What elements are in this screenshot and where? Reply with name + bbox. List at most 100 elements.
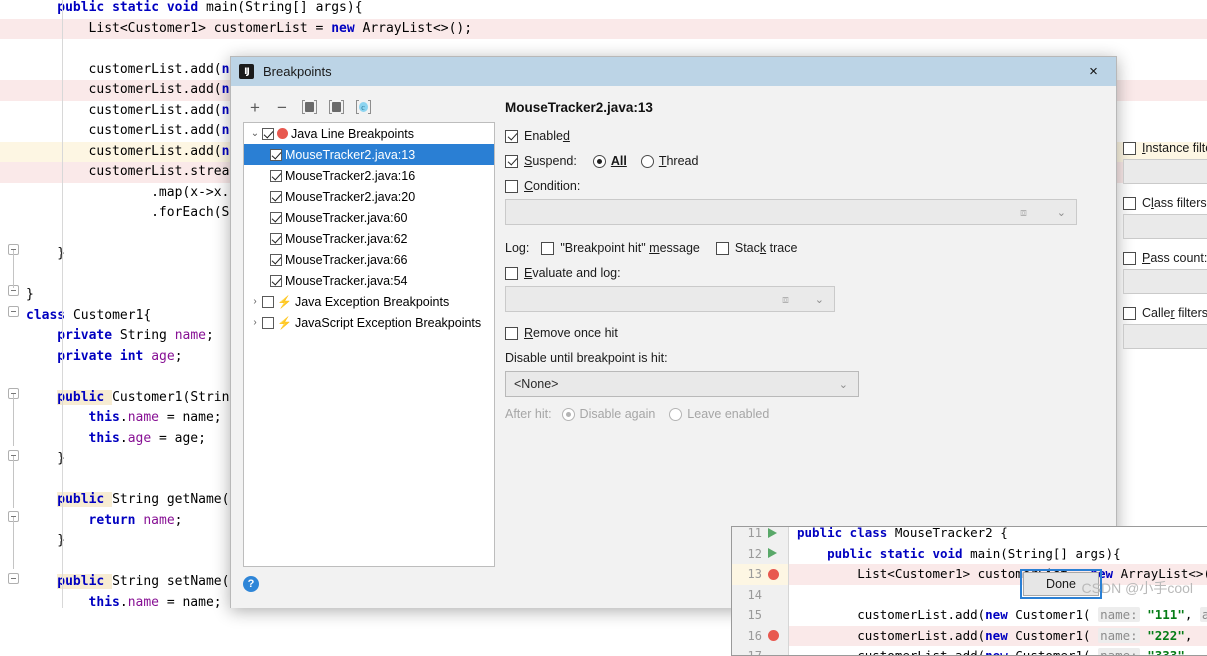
suspend-row[interactable]: Suspend: All Thread [505,154,1106,168]
preview-gutter[interactable]: 15 [732,605,789,626]
tree-item-checkbox[interactable] [270,190,282,203]
filter-checkbox[interactable] [1123,251,1136,265]
preview-gutter[interactable]: 14 [732,584,789,605]
evaluate-and-log-checkbox[interactable] [505,266,518,280]
suspend-checkbox[interactable] [505,154,518,168]
filter-input[interactable] [1123,324,1207,349]
twisty-icon[interactable]: › [248,317,262,328]
filter-label: Instance filters: [1142,141,1207,155]
suspend-thread-radio[interactable] [640,154,654,168]
filter-row[interactable]: Pass count: [1123,251,1207,265]
condition-row[interactable]: Condition: [505,179,1106,193]
help-icon[interactable]: ? [243,576,259,592]
after-hit-label: After hit: [505,407,552,421]
preview-gutter[interactable]: 11 [732,527,789,544]
enabled-row[interactable]: Enabled [505,129,1106,143]
after-hit-leave-enabled-radio [669,407,683,421]
preview-code-text: customerList.add(new Customer1( name: "1… [789,605,1207,626]
remove-once-hit-row[interactable]: Remove once hit [505,326,1106,340]
group-breakpoints-button[interactable] [297,96,321,118]
tree-item-label: Java Exception Breakpoints [294,294,450,309]
twisty-icon[interactable]: ⌄ [248,128,262,139]
filter-input[interactable]: ... [1123,159,1207,184]
tree-item-checkbox[interactable] [270,211,282,224]
filter-input[interactable] [1123,269,1207,294]
tree-item[interactable]: MouseTracker.java:60 [244,207,494,228]
tree-item[interactable]: MouseTracker.java:54 [244,270,494,291]
log-row: Log: "Breakpoint hit" message Stack trac… [505,241,1106,255]
breakpoint-dot-icon[interactable] [768,630,779,641]
preview-gutter[interactable]: 13 [732,564,789,585]
log-stack-checkbox[interactable] [715,241,729,255]
fold-region-bar [13,456,14,508]
run-arrow-icon[interactable] [768,527,777,538]
tree-item[interactable]: MouseTracker2.java:16 [244,165,494,186]
chevron-down-icon[interactable]: ⌄ [815,293,824,306]
breakpoint-dot-icon[interactable] [768,568,779,580]
filter-label: Class filters: [1142,196,1207,210]
log-stack-label: Stack trace [734,241,798,255]
tree-item-label: MouseTracker.java:66 [285,252,408,267]
chevron-down-icon: ⌄ [838,379,848,391]
run-arrow-icon[interactable] [768,548,777,558]
evaluate-and-log-row[interactable]: Evaluate and log: [505,266,1106,280]
tree-item[interactable]: › ⚡ Java Exception Breakpoints [244,291,494,312]
tree-item-checkbox[interactable] [270,148,282,161]
after-hit-row: After hit: Disable again Leave enabled [505,407,1106,421]
done-button-focus-ring: Done [1020,569,1102,599]
condition-input[interactable]: ⧈ ⌄ [505,199,1077,225]
enabled-checkbox[interactable] [505,129,518,143]
expand-icon[interactable]: ⧈ [782,294,794,306]
disable-until-value: <None> [514,377,559,391]
fold-toggle-icon[interactable] [8,573,19,584]
exception-bolt-icon: ⚡ [277,315,292,330]
remove-once-hit-checkbox[interactable] [505,326,518,340]
remove-breakpoint-button[interactable]: − [270,96,294,118]
tree-item-checkbox[interactable] [270,253,282,266]
preview-line-number: 13 [747,567,762,581]
code-preview[interactable]: 11 public class MouseTracker2 {12 public … [731,526,1207,656]
preview-line: 15 customerList.add(new Customer1( name:… [732,605,1207,626]
preview-line-number: 12 [747,546,762,561]
filter-input[interactable] [1123,214,1207,239]
filter-checkbox[interactable] [1123,196,1136,210]
tree-item[interactable]: MouseTracker2.java:20 [244,186,494,207]
tree-item-checkbox[interactable] [262,295,274,308]
preview-gutter[interactable]: 16 [732,625,789,646]
tree-item[interactable]: › ⚡ JavaScript Exception Breakpoints [244,312,494,333]
filter-checkbox[interactable] [1123,141,1136,155]
tree-item[interactable]: MouseTracker.java:62 [244,228,494,249]
tree-item-checkbox[interactable] [262,316,274,329]
mute-breakpoints-button[interactable]: c [351,96,375,118]
tree-item-checkbox[interactable] [270,274,282,287]
disable-until-dropdown[interactable]: <None> ⌄ [505,371,859,397]
tree-item-checkbox[interactable] [262,127,274,140]
twisty-icon[interactable]: › [248,296,262,307]
fold-toggle-icon[interactable] [8,306,19,317]
preview-gutter[interactable]: 17 [732,646,789,655]
filter-row[interactable]: Class filters: [1123,196,1207,210]
breakpoints-tree[interactable]: ⌄ Java Line Breakpoints MouseTracker2.java… [243,122,495,567]
filter-checkbox[interactable] [1123,306,1136,320]
preview-gutter[interactable]: 12 [732,543,789,564]
evaluate-and-log-input[interactable]: ⧈ ⌄ [505,286,835,312]
chevron-down-icon[interactable]: ⌄ [1057,206,1066,219]
plus-icon: + [250,97,260,117]
suspend-label: Suspend: [524,154,577,168]
tree-item[interactable]: MouseTracker.java:66 [244,249,494,270]
add-breakpoint-button[interactable]: + [243,96,267,118]
filter-row[interactable]: Instance filters: [1123,141,1207,155]
done-button[interactable]: Done [1023,572,1099,596]
tree-item-label: JavaScript Exception Breakpoints [294,315,482,330]
expand-icon[interactable]: ⧈ [1020,207,1032,219]
condition-checkbox[interactable] [505,179,518,193]
tree-item-checkbox[interactable] [270,232,282,245]
close-icon[interactable]: × [1071,57,1116,86]
tree-item-selected[interactable]: MouseTracker2.java:13 [244,144,494,165]
tree-item-checkbox[interactable] [270,169,282,182]
log-message-checkbox[interactable] [541,241,555,255]
suspend-all-radio[interactable] [592,154,606,168]
filter-row[interactable]: Caller filters: [1123,306,1207,320]
save-breakpoints-button[interactable] [324,96,348,118]
tree-item[interactable]: ⌄ Java Line Breakpoints [244,123,494,144]
